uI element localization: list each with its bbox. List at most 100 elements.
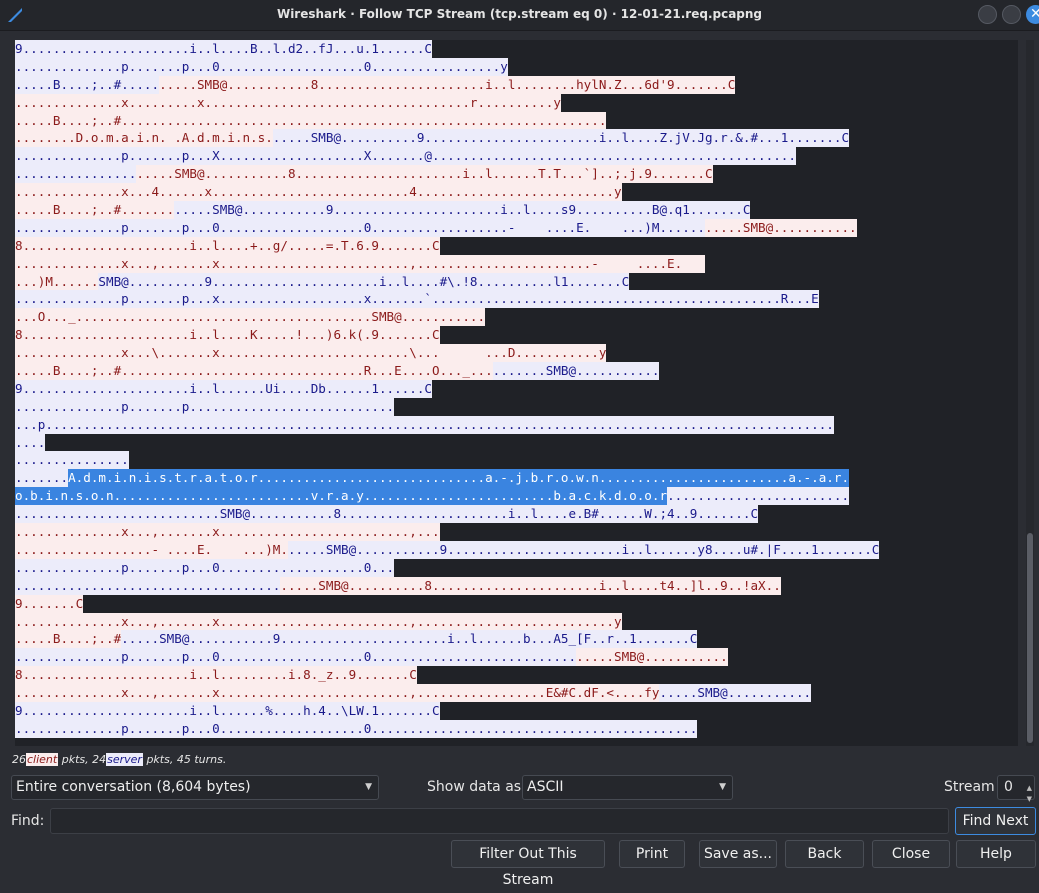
server-data-segment: 9......................i..l......Ui....D…: [15, 379, 433, 398]
client-data-segment: ..............x.........x...............…: [15, 93, 561, 112]
client-data-segment: .....SMB@...........: [704, 218, 857, 237]
stream-line: .....................SMB@...........8...…: [15, 165, 879, 184]
server-data-segment: ...................................: [15, 576, 281, 595]
client-data-segment: 8......................i..l.........i.8.…: [15, 666, 417, 685]
stream-line: ..............p.......p...0.............…: [15, 57, 879, 76]
stream-line: ..............p.......p...X.............…: [15, 147, 879, 166]
stream-line: .......A.d.m.i.n.i.s.t.r.a.t.o.r........…: [15, 469, 879, 488]
server-data-segment: 9......................i..l....B..l.d2..…: [15, 40, 433, 58]
stream-content-area[interactable]: 9......................i..l....B..l.d2..…: [15, 40, 1018, 746]
data-format-select[interactable]: ASCII ▼: [522, 775, 733, 800]
stream-line: 9......................i..l....B..l.d2..…: [15, 40, 879, 58]
stream-line: ..............x.........x...............…: [15, 93, 879, 112]
stream-number-spinbox[interactable]: 0 ▲ ▼: [997, 775, 1035, 803]
stream-line: ...)M......SMB@..........9..............…: [15, 272, 879, 291]
back-button[interactable]: Back: [785, 840, 864, 868]
close-button[interactable]: Close: [872, 840, 950, 868]
find-label: Find:: [11, 813, 45, 829]
minimize-button[interactable]: [978, 5, 997, 24]
print-button[interactable]: Print: [619, 840, 685, 868]
scrollbar-thumb[interactable]: [1027, 533, 1033, 743]
data-format-value: ASCII: [527, 779, 564, 795]
server-data-segment: SMB@..........9......................i..…: [98, 272, 630, 291]
stream-line: ..............x...,.......x.............…: [15, 612, 879, 631]
server-data-segment: .....SMB@...........9...................…: [121, 630, 698, 649]
stream-line: 8......................i..l....K.....!..…: [15, 326, 879, 345]
save-as-button[interactable]: Save as...: [699, 840, 777, 868]
chevron-down-icon: ▼: [365, 782, 372, 792]
server-data-segment: ..............p.......p...x.............…: [15, 290, 819, 309]
stream-line: ..............x...,.......x.............…: [15, 254, 879, 273]
client-packet-count: 26: [12, 753, 26, 766]
server-data-segment: .....SMB@...........: [659, 684, 812, 702]
server-data-segment: .......: [15, 469, 69, 488]
stream-line: ...........................SMB@.........…: [15, 505, 879, 524]
stream-line: ...............: [15, 451, 879, 470]
stream-line: .....B....;..#..........................…: [15, 111, 879, 130]
stream-line: 8......................i..l.........i.8.…: [15, 666, 879, 685]
server-data-segment: 9......................i..l......%....h.…: [15, 701, 440, 720]
stream-line: ........................................…: [15, 576, 879, 595]
client-data-segment: ..............x...4......x..............…: [15, 183, 622, 202]
stream-line: .....B....;..#..........................…: [15, 362, 879, 380]
window-title: Wireshark · Follow TCP Stream (tcp.strea…: [276, 7, 763, 21]
vertical-scrollbar[interactable]: [1026, 40, 1034, 746]
stream-line: o.b.i.n.s.o.n..........................v…: [15, 487, 879, 506]
filter-out-stream-button[interactable]: Filter Out This Stream: [451, 840, 605, 888]
stream-line: ..............x...\.......x.............…: [15, 344, 879, 363]
client-data-segment: 9.......C: [15, 594, 84, 613]
client-data-segment: ..............x...,.......x.............…: [15, 684, 660, 702]
client-data-segment: ..............x...\.......x.............…: [15, 344, 607, 363]
selected-data-segment: o.b.i.n.s.o.n..........................v…: [15, 487, 668, 506]
stream-line: ..............x...4......x..............…: [15, 183, 879, 202]
stream-line: ..............x...,.......x.............…: [15, 523, 879, 541]
client-data-segment: .....B....;..#..........................…: [15, 362, 493, 380]
stream-line: ..............p.......p.................…: [15, 397, 879, 416]
client-data-segment: ..............x...,.......x.............…: [15, 612, 622, 631]
conversation-select[interactable]: Entire conversation (8,604 bytes) ▼: [11, 775, 379, 800]
stream-number-value: 0: [1004, 779, 1013, 795]
stream-line: ........D.o.m.a.i.n. .A.d.m.i.n.s......S…: [15, 129, 879, 148]
show-data-as-label: Show data as: [427, 779, 522, 795]
close-icon: ✕: [1030, 6, 1039, 22]
selected-data-segment: A.d.m.i.n.i.s.t.r.a.t.o.r...............…: [68, 469, 850, 488]
server-data-segment: .....B....;..#.....: [15, 75, 160, 94]
stream-line: ..............p.......p...0.............…: [15, 648, 879, 667]
client-data-segment: .....B....;..#.......: [15, 201, 175, 219]
server-data-segment: ..............p.......p...0.............…: [15, 218, 705, 237]
client-data-segment: .....B....;..#: [15, 630, 122, 649]
stream-line: 9.......C: [15, 594, 879, 613]
client-data-segment: .....SMB@...........8...................…: [159, 75, 736, 94]
server-data-segment: ........................: [667, 487, 850, 506]
stream-line: .....B....;..#.....SMB@...........9.....…: [15, 630, 879, 649]
server-legend: server: [106, 753, 143, 766]
server-data-segment: ...p....................................…: [15, 415, 834, 434]
server-data-segment: .......SMB@...........: [492, 362, 660, 380]
stream-line: 9......................i..l......%....h.…: [15, 701, 879, 720]
stream-label: Stream: [944, 779, 995, 795]
server-data-segment: ..............p.......p.................…: [15, 397, 395, 416]
client-data-segment: .....SMB@...........: [576, 648, 728, 667]
stream-line: ..............p.......p...0.............…: [15, 719, 879, 738]
client-data-segment: ..............x...,.......x.............…: [15, 254, 705, 273]
find-input[interactable]: [50, 808, 949, 834]
server-data-segment: .....SMB@...........9...................…: [174, 201, 751, 219]
help-button[interactable]: Help: [956, 840, 1036, 868]
client-data-segment: ...)M......: [15, 272, 99, 291]
client-data-segment: ..............x...,.......x.............…: [15, 523, 440, 541]
title-bar: Wireshark · Follow TCP Stream (tcp.strea…: [0, 0, 1039, 31]
stream-line: ...O..._................................…: [15, 308, 879, 327]
server-data-segment: ..............p.......p...0.............…: [15, 719, 698, 738]
server-data-segment: ..............p.......p...X.............…: [15, 147, 796, 166]
stats-text-1: pkts, 24: [61, 753, 107, 766]
client-data-segment: ...O..._................................…: [15, 308, 486, 327]
maximize-button[interactable]: [1002, 5, 1021, 24]
stats-text-2: pkts, 45 turns.: [146, 753, 227, 766]
find-next-button[interactable]: Find Next: [955, 807, 1036, 835]
client-data-segment: 8......................i..l....K.....!..…: [15, 326, 440, 345]
stream-line: ..................- ....E. ...)M......SM…: [15, 540, 880, 559]
window-close-button[interactable]: ✕: [1026, 5, 1039, 24]
stream-line: ....: [15, 433, 879, 452]
server-data-segment: ................: [15, 165, 137, 184]
packet-stats: 26client pkts, 24server pkts, 45 turns.: [12, 753, 226, 766]
